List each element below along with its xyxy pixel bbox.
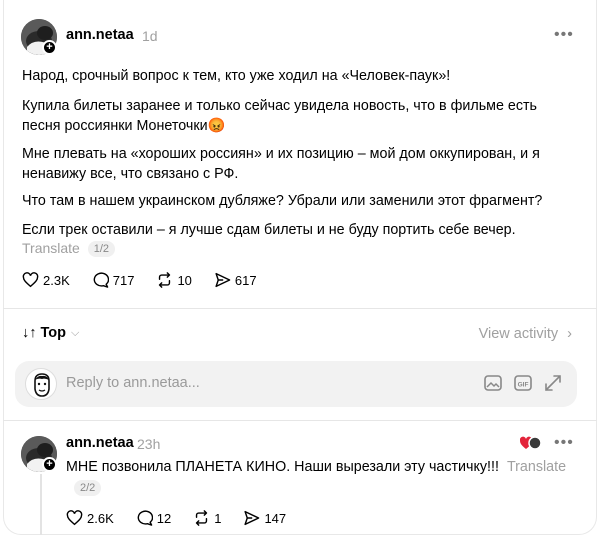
share-count: 617	[234, 272, 257, 288]
comment-button[interactable]: 12	[136, 510, 171, 526]
post-paragraph-3: Мне плевать на «хороших россиян» и их по…	[22, 146, 540, 182]
reply-username[interactable]: ann.netaa	[66, 435, 134, 451]
face-sketch-icon	[34, 373, 50, 397]
image-icon[interactable]	[483, 373, 503, 393]
sort-arrows-icon: ↓↑	[22, 325, 37, 341]
reply-translate-label[interactable]: Translate	[507, 459, 566, 475]
chevron-right-icon: ›	[567, 326, 572, 342]
more-dots-icon[interactable]: •••	[554, 26, 574, 44]
heart-icon	[22, 272, 39, 288]
comment-button[interactable]: 717	[92, 272, 135, 288]
repost-icon	[159, 272, 171, 288]
follow-plus-icon[interactable]: +	[42, 457, 57, 472]
svg-text:GIF: GIF	[518, 382, 529, 389]
like-count: 2.3K	[43, 272, 70, 288]
comment-count: 717	[112, 272, 135, 288]
post-paragraph-5: Если трек оставили – я лучше сдам билеты…	[22, 222, 516, 238]
repost-icon	[196, 510, 208, 526]
reply-text: МНЕ позвонила ПЛАНЕТА КИНО. Наши вырезал…	[66, 457, 576, 477]
repost-button[interactable]: 1	[193, 510, 221, 526]
share-count: 147	[264, 510, 287, 526]
translate-pager: 1/2	[87, 241, 116, 257]
send-icon	[215, 272, 231, 288]
gif-icon[interactable]: GIF	[513, 373, 533, 393]
repost-count: 10	[177, 272, 192, 288]
like-button[interactable]: 2.6K	[66, 510, 114, 526]
reply-body: МНЕ позвонила ПЛАНЕТА КИНО. Наши вырезал…	[66, 459, 499, 475]
comment-bubble-icon	[93, 272, 109, 288]
follow-plus-icon[interactable]: +	[42, 40, 57, 55]
post-time: 1d	[142, 28, 158, 44]
thread-line	[40, 474, 42, 535]
send-icon	[244, 510, 260, 526]
my-avatar	[25, 368, 57, 400]
reply-translate-pager: 2/2	[74, 480, 102, 496]
share-button[interactable]: 147	[243, 510, 286, 526]
like-button[interactable]: 2.3K	[22, 272, 70, 288]
post-actions: 2.3K 717 10 617	[22, 272, 279, 288]
reply-time: 23h	[137, 436, 161, 452]
section-divider	[3, 420, 597, 421]
reply-tools: GIF	[473, 373, 563, 393]
translate-label[interactable]: Translate	[22, 240, 80, 256]
post-paragraph-4: Что там в нашем украинском дубляже? Убра…	[22, 193, 543, 209]
like-count: 2.6K	[87, 510, 114, 526]
post-paragraph-2: Купила билеты заранее и только сейчас ув…	[22, 98, 538, 134]
comment-bubble-icon	[137, 510, 153, 526]
repost-count: 1	[214, 510, 222, 526]
share-button[interactable]: 617	[214, 272, 257, 288]
comment-count: 12	[156, 510, 172, 526]
post-username[interactable]: ann.netaa	[66, 27, 134, 43]
reply-actions: 2.6K 12 1 147	[66, 510, 308, 526]
post-paragraph-1: Народ, срочный вопрос к тем, кто уже ход…	[22, 68, 451, 84]
expand-icon[interactable]	[543, 373, 563, 393]
chevron-down-icon: ⌵	[71, 326, 80, 339]
more-dots-icon[interactable]: •••	[554, 434, 574, 452]
sort-label[interactable]: Top	[41, 325, 67, 341]
heart-icon	[66, 510, 83, 526]
repost-button[interactable]: 10	[156, 272, 192, 288]
author-liked-icon	[520, 436, 542, 450]
view-activity-label[interactable]: View activity	[479, 326, 559, 342]
section-divider	[3, 308, 597, 309]
translate-link[interactable]: Translate 1/2	[22, 240, 116, 257]
view-activity-link[interactable]: View activity ›	[479, 326, 572, 342]
reply-box[interactable]: Reply to ann.netaa... GIF	[15, 361, 577, 407]
sort-dropdown[interactable]: ↓↑ Top ⌵	[22, 325, 79, 341]
reply-input[interactable]: Reply to ann.netaa...	[66, 375, 200, 391]
